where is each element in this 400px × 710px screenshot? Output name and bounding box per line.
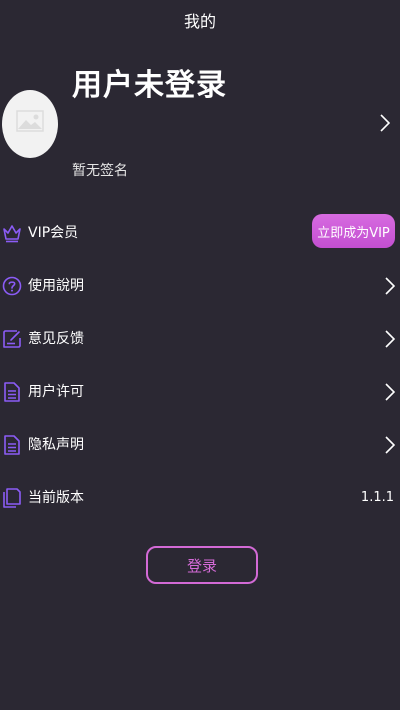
user-signature: 暂无签名 <box>72 163 128 179</box>
document-icon <box>4 382 20 402</box>
chevron-right-icon <box>385 436 395 454</box>
menu-item-label: 使用說明 <box>28 278 84 294</box>
page-title: 我的 <box>183 12 216 31</box>
image-placeholder-icon <box>16 110 44 132</box>
menu-item-label: 意见反馈 <box>28 331 84 347</box>
chevron-right-icon <box>385 383 395 401</box>
become-vip-button[interactable]: 立即成为VIP <box>312 214 395 248</box>
version-value: 1.1.1 <box>360 490 394 505</box>
avatar[interactable] <box>2 90 58 158</box>
menu-item-label: 隐私声明 <box>28 437 84 453</box>
chevron-right-icon[interactable] <box>380 114 390 132</box>
chevron-right-icon <box>385 330 395 348</box>
menu-item-instructions[interactable]: 使用說明 <box>0 266 400 306</box>
copy-icon <box>3 488 21 508</box>
edit-icon <box>3 330 21 348</box>
user-name: 用户未登录 <box>72 68 227 103</box>
chevron-right-icon <box>385 277 395 295</box>
menu-item-feedback[interactable]: 意见反馈 <box>0 319 400 359</box>
profile-card[interactable]: 用户未登录 暂无签名 <box>0 50 400 190</box>
document-icon <box>4 435 20 455</box>
menu-item-vip[interactable]: VIP会员 立即成为VIP <box>0 213 400 253</box>
menu-item-version: 当前版本 1.1.1 <box>0 478 400 518</box>
menu-item-label: VIP会员 <box>28 225 79 241</box>
menu-item-user-license[interactable]: 用户许可 <box>0 372 400 412</box>
menu-item-privacy[interactable]: 隐私声明 <box>0 425 400 465</box>
login-button[interactable]: 登录 <box>146 546 258 584</box>
question-circle-icon <box>2 276 22 296</box>
menu-item-label: 用户许可 <box>28 384 84 400</box>
menu-item-label: 当前版本 <box>28 490 84 506</box>
crown-icon <box>3 225 21 243</box>
